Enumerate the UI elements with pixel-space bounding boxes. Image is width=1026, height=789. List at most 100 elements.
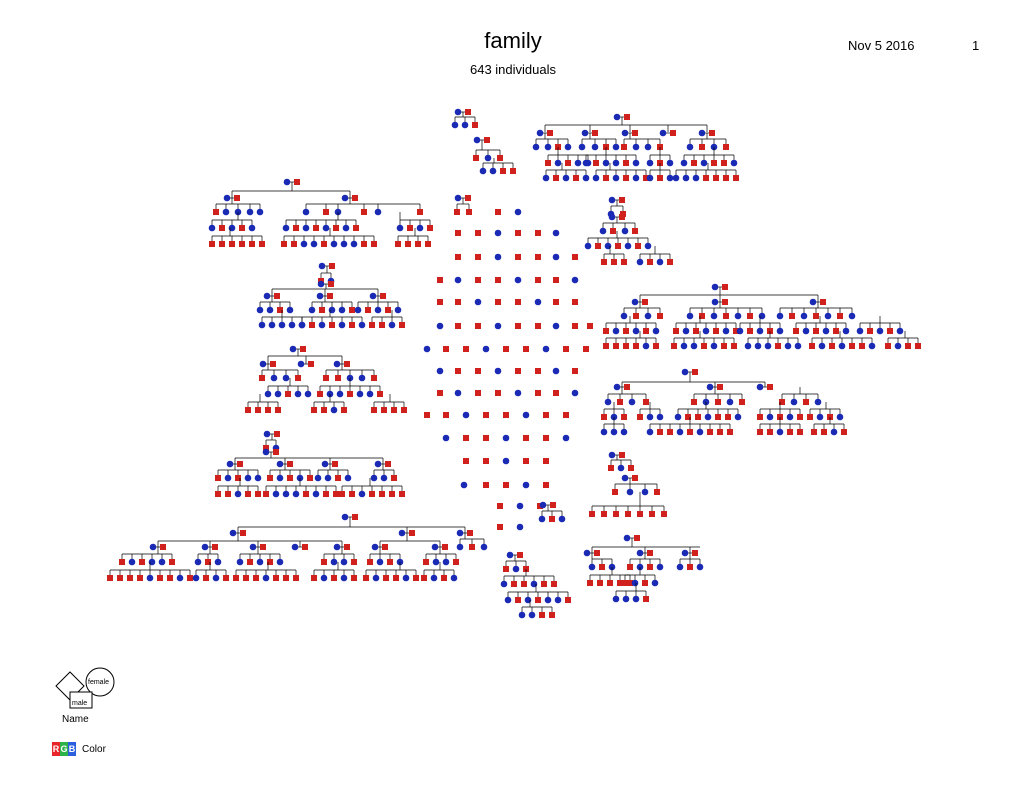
female-symbol — [666, 174, 674, 182]
male-symbol — [401, 407, 407, 413]
female-symbol — [371, 543, 379, 551]
male-symbol — [757, 429, 763, 435]
male-symbol — [673, 328, 679, 334]
male-symbol — [270, 361, 276, 367]
female-symbol — [554, 596, 562, 604]
male-symbol — [643, 399, 649, 405]
male-symbol — [424, 412, 430, 418]
male-symbol — [717, 429, 723, 435]
male-symbol — [339, 491, 345, 497]
male-symbol — [365, 307, 371, 313]
female-symbol — [582, 159, 590, 167]
male-symbol — [157, 575, 163, 581]
male-symbol — [553, 299, 559, 305]
female-symbol — [736, 327, 744, 335]
male-symbol — [549, 516, 555, 522]
male-symbol — [621, 414, 627, 420]
male-symbol — [328, 281, 334, 287]
male-symbol — [803, 399, 809, 405]
male-symbol — [707, 429, 713, 435]
female-symbol — [636, 258, 644, 266]
male-symbol — [647, 564, 653, 570]
male-symbol — [333, 491, 339, 497]
male-symbol — [603, 343, 609, 349]
pedigree-diagram — [107, 108, 921, 619]
male-symbol — [833, 328, 839, 334]
female-symbol — [456, 529, 464, 537]
female-symbol — [402, 574, 410, 582]
male-symbol — [483, 412, 489, 418]
legend-name-label: Name — [62, 714, 89, 725]
female-symbol — [680, 342, 688, 350]
male-symbol — [647, 259, 653, 265]
female-symbol — [494, 367, 502, 375]
female-symbol — [484, 154, 492, 162]
male-symbol — [687, 564, 693, 570]
male-symbol — [473, 155, 479, 161]
female-symbol — [522, 481, 530, 489]
male-symbol — [601, 259, 607, 265]
male-symbol — [723, 175, 729, 181]
female-symbol — [646, 159, 654, 167]
male-symbol — [465, 109, 471, 115]
female-symbol — [366, 390, 374, 398]
female-symbol — [372, 574, 380, 582]
male-symbol — [300, 346, 306, 352]
male-symbol — [635, 243, 641, 249]
male-symbol — [409, 530, 415, 536]
female-symbol — [776, 428, 784, 436]
female-symbol — [896, 327, 904, 335]
female-symbol — [338, 306, 346, 314]
male-symbol — [466, 209, 472, 215]
male-symbol — [693, 328, 699, 334]
male-symbol — [119, 559, 125, 565]
male-symbol — [624, 384, 630, 390]
female-symbol — [292, 490, 300, 498]
female-symbol — [322, 224, 330, 232]
female-symbol — [790, 398, 798, 406]
male-symbol — [391, 475, 397, 481]
female-symbol — [632, 595, 640, 603]
male-symbol — [371, 241, 377, 247]
male-symbol — [572, 254, 578, 260]
male-symbol — [379, 491, 385, 497]
female-symbol — [494, 229, 502, 237]
male-symbol — [601, 511, 607, 517]
female-symbol — [696, 563, 704, 571]
male-symbol — [829, 343, 835, 349]
male-symbol — [608, 465, 614, 471]
male-symbol — [625, 511, 631, 517]
female-symbol — [802, 327, 810, 335]
male-symbol — [503, 412, 509, 418]
female-symbol — [226, 460, 234, 468]
male-symbol — [469, 544, 475, 550]
female-symbol — [764, 342, 772, 350]
female-symbol — [374, 460, 382, 468]
female-symbol — [454, 108, 462, 116]
male-symbol — [515, 597, 521, 603]
female-symbol — [474, 298, 482, 306]
male-symbol — [563, 412, 569, 418]
female-symbol — [246, 208, 254, 216]
male-symbol — [243, 575, 249, 581]
female-symbol — [318, 262, 326, 270]
female-symbol — [263, 292, 271, 300]
male-symbol — [709, 130, 715, 136]
male-symbol — [715, 414, 721, 420]
female-symbol — [340, 574, 348, 582]
male-symbol — [595, 243, 601, 249]
male-symbol — [399, 491, 405, 497]
female-symbol — [224, 474, 232, 482]
male-symbol — [713, 175, 719, 181]
male-symbol — [483, 458, 489, 464]
female-symbol — [617, 464, 625, 472]
female-symbol — [536, 129, 544, 137]
female-symbol — [612, 159, 620, 167]
female-symbol — [248, 224, 256, 232]
male-symbol — [421, 575, 427, 581]
male-symbol — [594, 550, 600, 556]
male-symbol — [255, 407, 261, 413]
female-symbol — [318, 321, 326, 329]
male-symbol — [775, 343, 781, 349]
female-symbol — [342, 224, 350, 232]
